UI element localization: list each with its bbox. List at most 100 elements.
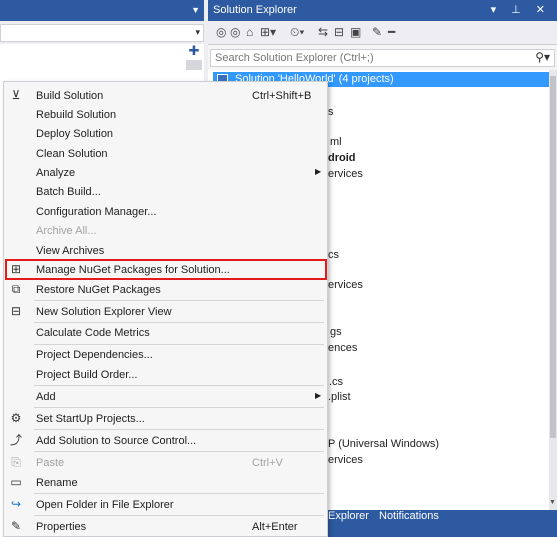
menu-item-batch-build[interactable]: Batch Build... (4, 182, 327, 202)
menu-item-label: Project Dependencies... (36, 349, 153, 361)
menu-item-add[interactable]: Add ▶ (4, 387, 327, 407)
tree-node-label[interactable]: cs (328, 249, 339, 261)
menu-item-label: Properties (36, 521, 87, 533)
chevron-down-icon[interactable]: ▼ (191, 5, 200, 15)
panel-title: Solution Explorer (213, 4, 297, 16)
menu-separator (34, 515, 324, 516)
editor-scrollbar[interactable] (186, 60, 202, 70)
sync-icon[interactable]: ⇆ (318, 25, 328, 39)
menu-item-set-startup-projects[interactable]: ⚙ Set StartUp Projects... (4, 409, 327, 429)
menu-item-label: Rebuild Solution (36, 109, 117, 121)
submenu-arrow-icon: ▶ (315, 167, 322, 176)
menu-item-label: Add (36, 391, 56, 403)
menu-item-paste: ⎘ Paste Ctrl+V (4, 453, 327, 473)
menu-separator (34, 493, 324, 494)
menu-item-calculate-code-metrics[interactable]: Calculate Code Metrics (4, 323, 327, 343)
menu-item-label: Clean Solution (36, 148, 108, 160)
menu-item-deploy-solution[interactable]: Deploy Solution (4, 124, 327, 144)
build-icon: ⊻ (11, 88, 21, 102)
tree-node-label[interactable]: .plist (328, 391, 351, 403)
menu-item-view-archives[interactable]: View Archives (4, 241, 327, 261)
menu-item-label: Paste (36, 457, 65, 469)
solution-explorer-toolbar: ◎ ◎ ⌂ ⊞▾ ⏲▾ ⇆ ⊟ ▣ ✎ ━ (208, 21, 557, 45)
menu-item-analyze[interactable]: Analyze ▶ (4, 163, 327, 183)
menu-item-build-solution[interactable]: ⊻ Build Solution Ctrl+Shift+B (4, 86, 327, 106)
window-controls[interactable]: ▾ ⊥ ✕ (491, 3, 551, 16)
chevron-down-icon[interactable]: ▾ (195, 27, 200, 38)
menu-item-configuration-manager[interactable]: Configuration Manager... (4, 202, 327, 222)
properties-icon[interactable]: ✎ (372, 25, 382, 39)
menu-item-open-folder-in-file-explorer[interactable]: ↪ Open Folder in File Explorer (4, 495, 327, 515)
menu-item-rebuild-solution[interactable]: Rebuild Solution (4, 105, 327, 125)
menu-item-shortcut: Ctrl+V (252, 457, 283, 469)
menu-separator (34, 407, 324, 408)
tree-node-label[interactable]: ervices (328, 279, 363, 291)
search-icon[interactable]: ⚲▾ (535, 50, 550, 64)
red-highlight-box (5, 259, 327, 280)
scrollbar-thumb[interactable] (550, 76, 556, 438)
menu-item-new-solution-explorer-view[interactable]: ⊟ New Solution Explorer View (4, 302, 327, 322)
paste-icon: ⎘ (11, 455, 21, 469)
menu-item-label: Add Solution to Source Control... (36, 435, 197, 447)
tree-node-label[interactable]: ervices (328, 168, 363, 180)
back-icon[interactable]: ◎ (216, 25, 226, 39)
tree-node-label[interactable]: P (Universal Windows) (328, 438, 439, 450)
forward-icon[interactable]: ◎ (230, 25, 240, 39)
menu-item-label: Build Solution (36, 90, 104, 102)
menu-item-label: Archive All... (36, 225, 97, 237)
menu-item-label: Configuration Manager... (36, 206, 157, 218)
solution-context-menu: ⊻ Build Solution Ctrl+Shift+B Rebuild So… (3, 81, 328, 537)
open-folder-icon: ↪ (10, 497, 22, 511)
menu-item-properties[interactable]: ✎ Properties Alt+Enter (4, 517, 327, 537)
tab-solution-explorer[interactable]: Explorer (328, 510, 369, 522)
menu-item-label: Open Folder in File Explorer (36, 499, 174, 511)
tree-node-label[interactable]: .cs (329, 376, 343, 388)
menu-item-project-dependencies[interactable]: Project Dependencies... (4, 345, 327, 365)
menu-item-label: Restore NuGet Packages (36, 284, 161, 296)
tab-notifications[interactable]: Notifications (379, 510, 439, 522)
source-control-icon: ⤴ (9, 433, 22, 447)
search-placeholder: Search Solution Explorer (Ctrl+;) (215, 52, 374, 64)
split-editor-icon[interactable]: ✚ (186, 44, 202, 58)
menu-item-label: Deploy Solution (36, 128, 114, 140)
navigation-dropdown[interactable]: ▾ (0, 24, 204, 42)
tree-node-label[interactable]: ences (328, 342, 357, 354)
menu-item-label: Project Build Order... (36, 369, 138, 381)
submenu-arrow-icon: ▶ (315, 391, 322, 400)
solution-explorer-title-bar: Solution Explorer ▾ ⊥ ✕ (208, 0, 557, 21)
menu-item-label: Rename (36, 477, 78, 489)
tree-node-label[interactable]: ml (330, 136, 342, 148)
menu-item-restore-nuget-packages[interactable]: ⧉ Restore NuGet Packages (4, 280, 327, 300)
preview-icon[interactable]: ━ (388, 25, 395, 39)
tree-node-label[interactable]: droid (328, 152, 356, 164)
search-solution-explorer-input[interactable]: Search Solution Explorer (Ctrl+;) ⚲▾ (210, 49, 555, 67)
menu-item-shortcut: Ctrl+Shift+B (252, 90, 312, 102)
menu-item-add-to-source-control[interactable]: ⤴ Add Solution to Source Control... (4, 431, 327, 451)
menu-item-clean-solution[interactable]: Clean Solution (4, 144, 327, 164)
menu-separator (34, 451, 324, 452)
menu-item-label: Batch Build... (36, 186, 101, 198)
menu-item-rename[interactable]: ▭ Rename (4, 473, 327, 493)
tree-node-label[interactable]: s (328, 106, 334, 118)
home-icon[interactable]: ⌂ (246, 25, 253, 39)
menu-item-label: New Solution Explorer View (36, 306, 172, 318)
switch-views-icon[interactable]: ⊞▾ (260, 25, 276, 39)
menu-item-label: View Archives (36, 245, 105, 257)
pending-changes-icon[interactable]: ⏲▾ (290, 25, 304, 40)
tree-scrollbar[interactable]: ▼ (549, 70, 557, 510)
menu-item-project-build-order[interactable]: Project Build Order... (4, 365, 327, 385)
menu-item-label: Analyze (36, 167, 76, 179)
menu-separator (34, 385, 324, 386)
menu-separator (34, 300, 324, 301)
scroll-down-icon[interactable]: ▼ (549, 499, 556, 506)
rename-icon: ▭ (10, 475, 22, 489)
gear-icon: ⚙ (10, 411, 22, 425)
tree-node-label[interactable]: ervices (328, 454, 363, 466)
menu-separator (34, 429, 324, 430)
wrench-icon: ✎ (10, 519, 22, 533)
tree-node-label[interactable]: gs (330, 326, 342, 338)
menu-item-archive-all: Archive All... (4, 221, 327, 241)
collapse-all-icon[interactable]: ⊟ (334, 25, 344, 39)
editor-title-bar: ▼ (0, 0, 204, 21)
show-all-files-icon[interactable]: ▣ (350, 25, 361, 39)
